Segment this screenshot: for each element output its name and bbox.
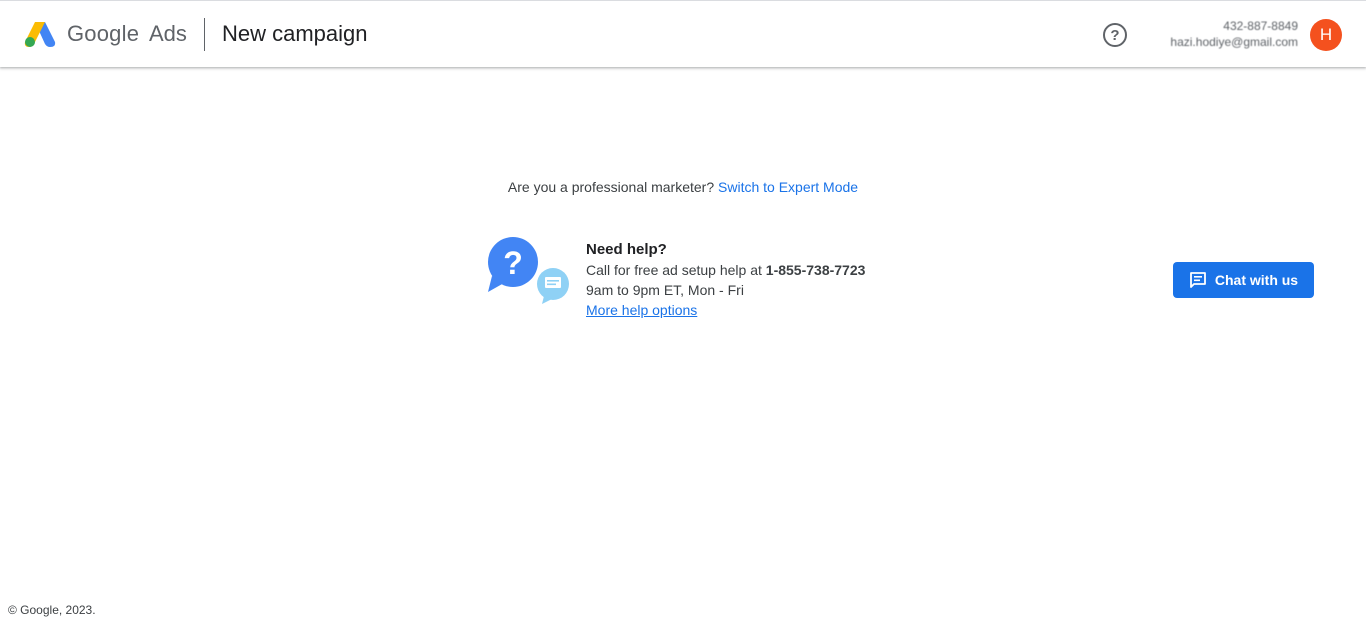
- chat-button-label: Chat with us: [1214, 272, 1299, 288]
- account-email: hazi.hodiye@gmail.com: [1170, 35, 1298, 49]
- help-title: Need help?: [586, 241, 667, 258]
- page-title: New campaign: [222, 21, 368, 46]
- chat-icon: [1189, 272, 1206, 288]
- expert-mode-prompt: Are you a professional marketer? Switch …: [0, 179, 1366, 195]
- help-call-text: Call for free ad setup help at: [586, 262, 762, 278]
- more-help-options-link[interactable]: More help options: [586, 300, 697, 320]
- chat-with-us-button[interactable]: Chat with us: [1173, 262, 1314, 298]
- help-chat-bubbles-icon: ?: [488, 237, 569, 304]
- logo-ads-text: Ads: [149, 21, 187, 46]
- help-hours: 9am to 9pm ET, Mon - Fri: [586, 282, 744, 298]
- expert-prompt-text: Are you a professional marketer?: [507, 179, 715, 195]
- avatar[interactable]: H: [1310, 19, 1342, 51]
- account-id: 432-887-8849: [1223, 19, 1298, 33]
- google-ads-logo-icon[interactable]: [24, 20, 56, 48]
- svg-text:?: ?: [503, 245, 523, 281]
- footer-copyright: © Google, 2023.: [8, 603, 96, 617]
- help-section: Need help? Call for free ad setup help a…: [586, 240, 865, 320]
- help-call-line: Call for free ad setup help at 1-855-738…: [586, 260, 865, 280]
- logo-google-text: Google: [67, 21, 140, 46]
- help-circle-icon[interactable]: ?: [1103, 23, 1127, 47]
- switch-to-expert-mode-link[interactable]: Switch to Expert Mode: [718, 179, 858, 195]
- help-phone-number: 1-855-738-7723: [765, 262, 866, 278]
- header-divider: [204, 18, 205, 51]
- top-app-bar: Google Ads New campaign ? 432-887-8849 h…: [0, 0, 1366, 67]
